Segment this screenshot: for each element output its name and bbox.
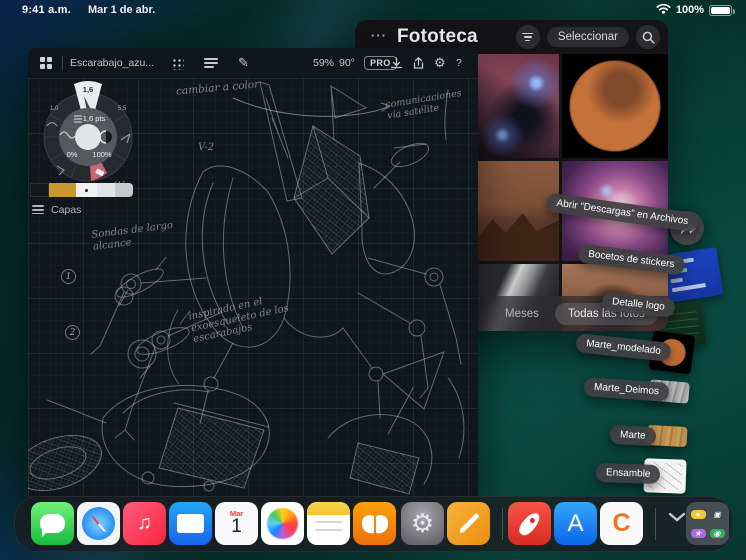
calendar-day: 1 (231, 516, 242, 538)
dock-app-music[interactable]: ♫ (123, 502, 166, 545)
drag-item-assembly[interactable]: Ensamble (595, 462, 661, 485)
layers-stack-icon[interactable] (204, 48, 218, 78)
dock-app-mail[interactable] (169, 502, 212, 545)
swatch-light-gray[interactable] (97, 183, 115, 197)
dock-app-books[interactable] (353, 502, 396, 545)
swatch-white-selected[interactable] (76, 183, 97, 197)
annotation-version: V-2 (198, 142, 215, 153)
svg-text:5,5: 5,5 (118, 106, 127, 112)
status-bar: 9:41 a.m. Mar 1 de abr. 100% (0, 0, 746, 20)
dock-app-pen-tool[interactable] (447, 502, 490, 545)
settings-gear-icon[interactable]: ⚙ (434, 48, 446, 78)
status-time: 9:41 a.m. (22, 4, 71, 16)
photo-horsehead-nebula[interactable] (478, 54, 559, 158)
dock-app-messages[interactable] (31, 502, 74, 545)
battery-percent: 100% (675, 4, 704, 16)
sketch-toolbar: Escarabajo_azu... ✎ 59% 90° PRO ⚙ ? (28, 48, 478, 78)
mini-camera-icon: ▣ (709, 509, 725, 519)
svg-text:0%: 0% (67, 150, 78, 159)
mini-tips-icon: ● (690, 509, 706, 519)
search-icon[interactable] (636, 25, 660, 49)
photos-title: Fototeca (397, 26, 478, 47)
color-swatch-bar[interactable] (30, 183, 133, 197)
drag-item-mars[interactable]: Marte (609, 424, 657, 447)
annotation-number-2: 2 (65, 325, 80, 340)
dock-app-concepts[interactable]: C (600, 502, 643, 545)
pen-mode-icon[interactable]: ✎ (238, 48, 249, 78)
thumbnails-grid-icon[interactable] (171, 48, 184, 78)
dock-app-appstore[interactable]: A (554, 502, 597, 545)
swatch-black[interactable] (30, 183, 49, 197)
annotation-number-1: 1 (61, 269, 76, 284)
import-icon[interactable] (390, 48, 403, 78)
help-icon[interactable]: ? (456, 48, 462, 78)
sketch-app-window: Escarabajo_azu... ✎ 59% 90° PRO ⚙ ? camb… (28, 48, 478, 497)
svg-text:100%: 100% (92, 150, 112, 159)
mini-green-icon: ◉ (709, 528, 725, 538)
select-button[interactable]: Seleccionar (546, 27, 629, 47)
dock-app-settings[interactable]: ⚙ (401, 502, 444, 545)
document-title[interactable]: Escarabajo_azu... (70, 48, 154, 78)
mini-star-icon: ★ (690, 528, 706, 538)
zoom-level[interactable]: 59% (313, 48, 334, 78)
layers-label: Capas (51, 203, 82, 216)
filter-icon[interactable] (515, 25, 540, 49)
layers-panel-toggle[interactable]: Capas (32, 203, 81, 216)
dock-app-photos[interactable] (261, 502, 304, 545)
swatch-gold[interactable] (49, 183, 76, 197)
photo-mars-landscape[interactable] (478, 161, 559, 261)
dock-app-safari[interactable] (77, 502, 120, 545)
dock-app-notes[interactable] (307, 502, 350, 545)
swatch-gray[interactable] (115, 183, 133, 197)
tab-months[interactable]: Meses (505, 308, 539, 320)
dock-app-rocket[interactable] (508, 502, 551, 545)
drawing-canvas[interactable]: cambiar a color comunicaciones vía satél… (28, 78, 478, 497)
wifi-icon (656, 3, 671, 17)
gallery-grid-icon[interactable] (40, 48, 52, 78)
svg-text:1,6: 1,6 (83, 85, 93, 94)
photo-mars-planet[interactable] (562, 54, 668, 158)
layers-icon (32, 203, 44, 216)
dock: ♫ Mar 1 ⚙ A C ● ▣ ★ ◉ (14, 496, 733, 552)
rotation-value[interactable]: 90° (339, 48, 355, 78)
status-date: Mar 1 de abr. (88, 4, 156, 16)
dock-app-library[interactable]: ● ▣ ★ ◉ (686, 502, 729, 545)
window-controls-menu[interactable]: ··· (371, 28, 387, 43)
dock-app-calendar[interactable]: Mar 1 (215, 502, 258, 545)
svg-text:1,0: 1,0 (50, 106, 59, 112)
export-share-icon[interactable] (412, 48, 425, 78)
photos-flower-icon (267, 508, 298, 539)
svg-text:1,6 pts: 1,6 pts (83, 114, 106, 123)
battery-icon (709, 4, 735, 16)
